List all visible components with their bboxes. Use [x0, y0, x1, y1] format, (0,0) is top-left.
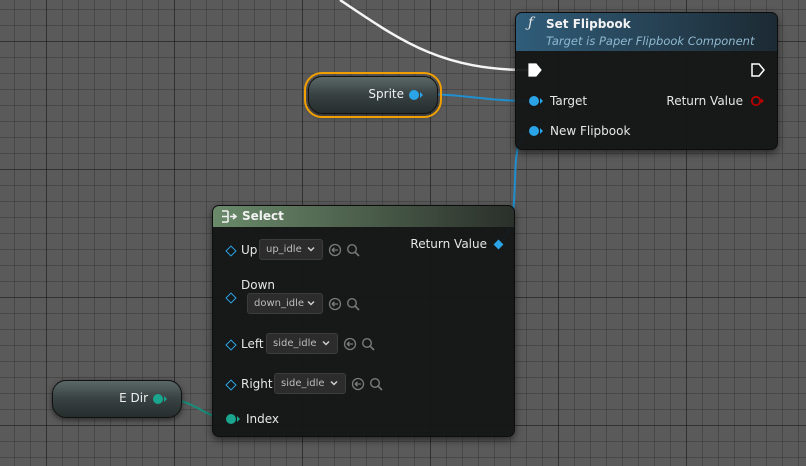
- set-flipbook-header[interactable]: ƒ Set Flipbook Target is Paper Flipbook …: [516, 13, 777, 51]
- select-icon: [222, 210, 238, 223]
- down-label: Down: [241, 278, 276, 292]
- left-pin-icon[interactable]: [225, 339, 237, 351]
- chevron-down-icon: [307, 300, 315, 306]
- set-flipbook-title: Set Flipbook: [546, 17, 631, 31]
- index-pin[interactable]: Index: [225, 412, 279, 426]
- edir-variable-node[interactable]: E Dir: [52, 380, 182, 418]
- target-label: Target: [550, 94, 588, 108]
- select-return-pin[interactable]: Return Value: [410, 237, 504, 251]
- return-value-pin-icon[interactable]: [749, 95, 765, 107]
- left-label: Left: [241, 337, 264, 351]
- chevron-down-icon: [307, 246, 315, 252]
- right-label: Right: [241, 377, 273, 391]
- exec-in-pin[interactable]: [528, 63, 542, 77]
- right-search-icon[interactable]: [369, 377, 383, 391]
- down-search-icon[interactable]: [346, 297, 360, 311]
- left-dropdown[interactable]: side_idle: [266, 333, 338, 354]
- left-dropdown-value: side_idle: [273, 338, 317, 349]
- select-node[interactable]: Select Return Value Up up_idle Down down…: [212, 205, 515, 437]
- right-dropdown[interactable]: side_idle: [274, 373, 346, 394]
- sprite-label: Sprite: [368, 87, 404, 101]
- down-pin-icon[interactable]: [225, 292, 237, 304]
- index-label: Index: [246, 412, 280, 426]
- set-flipbook-subtitle: Target is Paper Flipbook Component: [546, 34, 755, 48]
- select-header[interactable]: Select: [213, 206, 514, 227]
- exec-out-pin[interactable]: [751, 63, 765, 77]
- left-search-icon[interactable]: [361, 337, 375, 351]
- new-flipbook-pin[interactable]: New Flipbook: [528, 124, 630, 138]
- target-pin-icon[interactable]: [528, 95, 544, 107]
- right-pin-icon[interactable]: [225, 379, 237, 391]
- new-flipbook-pin-icon[interactable]: [528, 125, 544, 137]
- down-dropdown[interactable]: down_idle: [247, 293, 323, 314]
- down-reset-icon[interactable]: [328, 297, 342, 311]
- up-dropdown-value: up_idle: [266, 244, 302, 255]
- up-dropdown[interactable]: up_idle: [259, 239, 323, 260]
- up-label: Up: [241, 243, 258, 257]
- right-dropdown-value: side_idle: [281, 378, 325, 389]
- return-value-label: Return Value: [666, 94, 743, 108]
- edir-output-pin[interactable]: [152, 393, 168, 405]
- right-reset-icon[interactable]: [351, 377, 365, 391]
- up-search-icon[interactable]: [346, 243, 360, 257]
- chevron-down-icon: [330, 380, 338, 386]
- return-value-pin[interactable]: Return Value: [666, 94, 765, 108]
- up-reset-icon[interactable]: [328, 243, 342, 257]
- exec-wire: [339, 0, 529, 72]
- up-pin-icon[interactable]: [225, 245, 237, 257]
- down-dropdown-value: down_idle: [254, 298, 305, 309]
- new-flipbook-label: New Flipbook: [550, 124, 631, 138]
- target-pin[interactable]: Target: [528, 94, 587, 108]
- select-title: Select: [242, 209, 284, 223]
- chevron-down-icon: [322, 340, 330, 346]
- index-pin-icon[interactable]: [225, 413, 241, 425]
- select-return-diamond-icon[interactable]: [493, 239, 504, 249]
- sprite-output-pin[interactable]: [408, 89, 424, 101]
- edir-label: E Dir: [119, 391, 148, 405]
- select-return-label: Return Value: [410, 237, 487, 251]
- sprite-variable-node[interactable]: Sprite: [304, 72, 442, 118]
- left-reset-icon[interactable]: [343, 337, 357, 351]
- function-icon: ƒ: [528, 15, 534, 31]
- set-flipbook-node[interactable]: ƒ Set Flipbook Target is Paper Flipbook …: [515, 12, 778, 150]
